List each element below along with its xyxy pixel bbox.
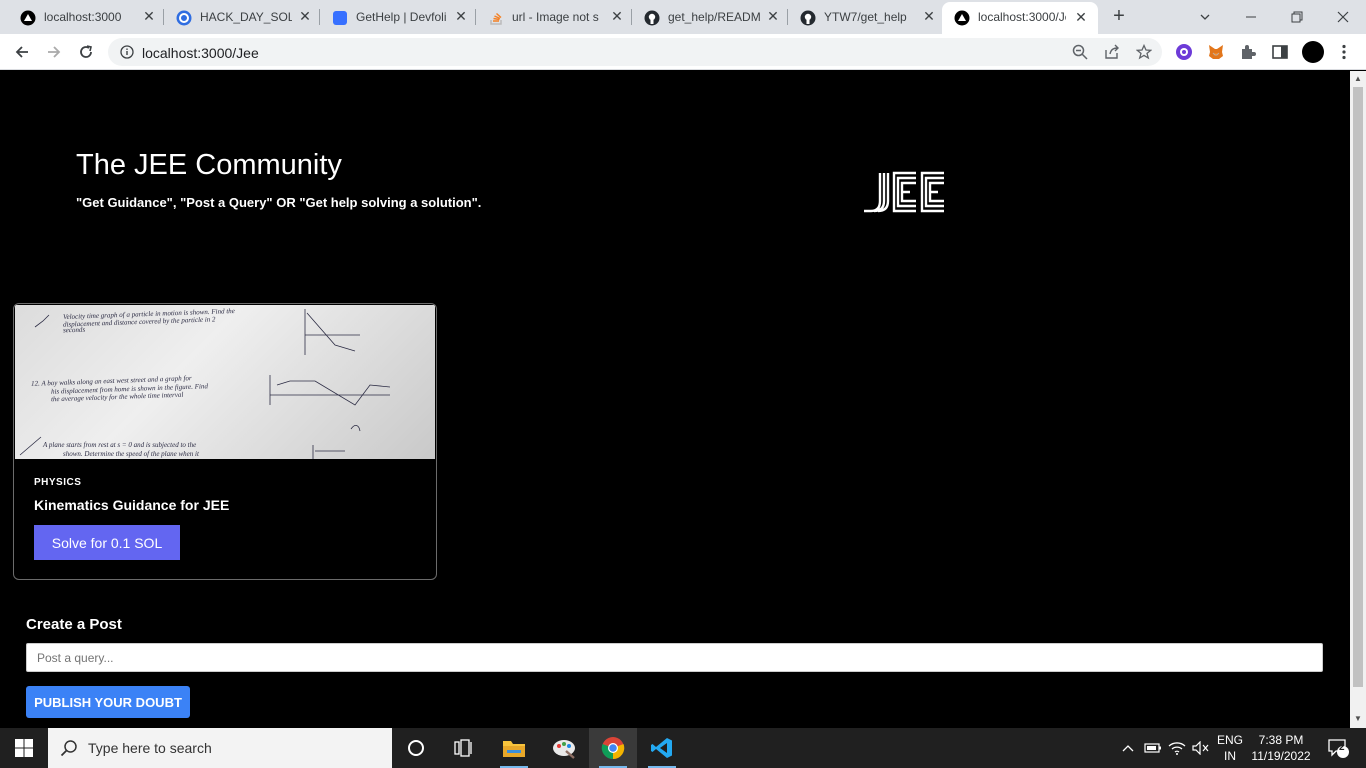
file-explorer-icon[interactable] <box>490 728 538 768</box>
close-icon[interactable]: ✕ <box>609 8 625 24</box>
devfolio-icon <box>332 10 348 26</box>
taskbar-search[interactable]: Type here to search <box>48 728 392 768</box>
windows-taskbar: Type here to search ENG IN 7:38 PM 11/19… <box>0 728 1366 768</box>
close-window-button[interactable] <box>1320 0 1366 34</box>
jee-logo <box>864 171 944 213</box>
clock-date: 11/19/2022 <box>1251 749 1311 763</box>
close-icon[interactable]: ✕ <box>141 8 157 24</box>
paint-app-icon[interactable] <box>540 728 588 768</box>
forward-button[interactable] <box>42 40 66 64</box>
close-icon[interactable]: ✕ <box>297 8 313 24</box>
vercel-icon <box>20 10 36 26</box>
taskbar-clock[interactable]: 7:38 PM 11/19/2022 <box>1248 732 1314 764</box>
zoom-icon[interactable] <box>1072 44 1088 60</box>
github-icon <box>800 10 816 26</box>
browser-tab[interactable]: YTW7/get_help ✕ <box>780 0 944 34</box>
page-title: The JEE Community <box>76 149 342 181</box>
region-code: IN <box>1224 749 1236 763</box>
info-icon[interactable] <box>120 45 134 64</box>
back-button[interactable] <box>10 40 34 64</box>
share-icon[interactable] <box>1104 44 1120 60</box>
reload-icon <box>80 45 92 58</box>
browser-tab[interactable]: localhost:3000 ✕ <box>0 0 164 34</box>
battery-icon[interactable] <box>1142 728 1164 768</box>
menu-icon[interactable] <box>1334 42 1354 62</box>
notification-badge: 2 <box>1339 742 1345 753</box>
language-indicator[interactable]: ENG IN <box>1213 732 1247 764</box>
taskbar-search-text: Type here to search <box>88 740 212 756</box>
puzzle-icon[interactable] <box>1238 42 1258 62</box>
minimize-button[interactable] <box>1228 0 1274 34</box>
copilot-icon <box>176 10 192 26</box>
tab-title: get_help/READM <box>668 10 760 24</box>
browser-tab-active[interactable]: localhost:3000/Je ✕ <box>942 2 1098 34</box>
tab-title: localhost:3000/Je <box>978 10 1066 24</box>
publish-button[interactable]: PUBLISH YOUR DOUBT <box>26 686 190 718</box>
card-category: PHYSICS <box>34 477 82 488</box>
post-query-input[interactable] <box>26 643 1323 672</box>
cortana-icon[interactable] <box>392 728 440 768</box>
close-icon[interactable]: ✕ <box>1073 9 1089 25</box>
chrome-taskbar-icon[interactable] <box>589 728 637 768</box>
side-panel-icon[interactable] <box>1270 42 1290 62</box>
volume-muted-icon[interactable] <box>1190 728 1212 768</box>
github-icon <box>644 10 660 26</box>
browser-tab-strip: localhost:3000 ✕ HACK_DAY_SOLA ✕ GetHelp… <box>0 0 1366 34</box>
vscode-icon[interactable] <box>638 728 686 768</box>
tab-search-icon[interactable] <box>1182 0 1228 34</box>
address-bar[interactable]: localhost:3000/Jee <box>108 38 1162 66</box>
browser-tab[interactable]: GetHelp | Devfoli ✕ <box>312 0 476 34</box>
create-post-heading: Create a Post <box>26 616 122 633</box>
extension-purple-icon[interactable] <box>1174 42 1194 62</box>
browser-tab[interactable]: get_help/READM ✕ <box>624 0 788 34</box>
url-text: localhost:3000/Jee <box>142 45 259 61</box>
start-button[interactable] <box>0 728 48 768</box>
close-icon[interactable]: ✕ <box>453 8 469 24</box>
metamask-icon[interactable] <box>1206 42 1226 62</box>
page-content: The JEE Community "Get Guidance", "Post … <box>0 71 1350 728</box>
vercel-icon <box>954 10 970 26</box>
browser-tab[interactable]: url - Image not s ✕ <box>468 0 632 34</box>
graph-sketch <box>19 309 391 459</box>
card-title: Kinematics Guidance for JEE <box>34 497 230 513</box>
tab-title: GetHelp | Devfoli <box>356 10 447 24</box>
search-icon <box>60 740 77 757</box>
notification-center-icon[interactable]: 2 <box>1320 728 1356 768</box>
reload-button[interactable] <box>74 40 98 64</box>
tab-title: HACK_DAY_SOLA <box>200 10 292 24</box>
scroll-down-icon[interactable]: ▼ <box>1354 714 1362 723</box>
close-icon[interactable]: ✕ <box>765 8 781 24</box>
show-hidden-icons[interactable] <box>1118 728 1138 768</box>
restore-button[interactable] <box>1274 0 1320 34</box>
query-card[interactable]: Velocity time graph of a particle in mot… <box>13 303 437 580</box>
tab-title: localhost:3000 <box>44 10 122 24</box>
question-image: Velocity time graph of a particle in mot… <box>15 305 435 459</box>
task-view-icon[interactable] <box>440 728 488 768</box>
close-icon[interactable]: ✕ <box>921 8 937 24</box>
new-tab-button[interactable]: + <box>1108 6 1130 28</box>
arrow-left-icon <box>15 46 28 58</box>
stackoverflow-icon <box>488 10 504 26</box>
browser-toolbar: localhost:3000/Jee <box>0 34 1366 70</box>
scrollbar-thumb[interactable] <box>1353 87 1363 687</box>
tab-title: url - Image not s <box>512 10 599 24</box>
browser-tab[interactable]: HACK_DAY_SOLA ✕ <box>156 0 320 34</box>
tab-title: YTW7/get_help <box>824 10 907 24</box>
scroll-up-icon[interactable]: ▲ <box>1354 74 1362 83</box>
solve-button[interactable]: Solve for 0.1 SOL <box>34 525 180 560</box>
clock-time: 7:38 PM <box>1258 733 1304 747</box>
wifi-icon[interactable] <box>1166 728 1188 768</box>
language-code: ENG <box>1216 733 1243 747</box>
bookmark-star-icon[interactable] <box>1135 43 1153 60</box>
page-subtitle: "Get Guidance", "Post a Query" OR "Get h… <box>76 195 482 210</box>
windows-icon <box>15 739 33 757</box>
page-scrollbar[interactable]: ▲ ▼ <box>1350 71 1366 728</box>
profile-avatar[interactable] <box>1302 41 1324 63</box>
arrow-right-icon <box>48 46 61 58</box>
